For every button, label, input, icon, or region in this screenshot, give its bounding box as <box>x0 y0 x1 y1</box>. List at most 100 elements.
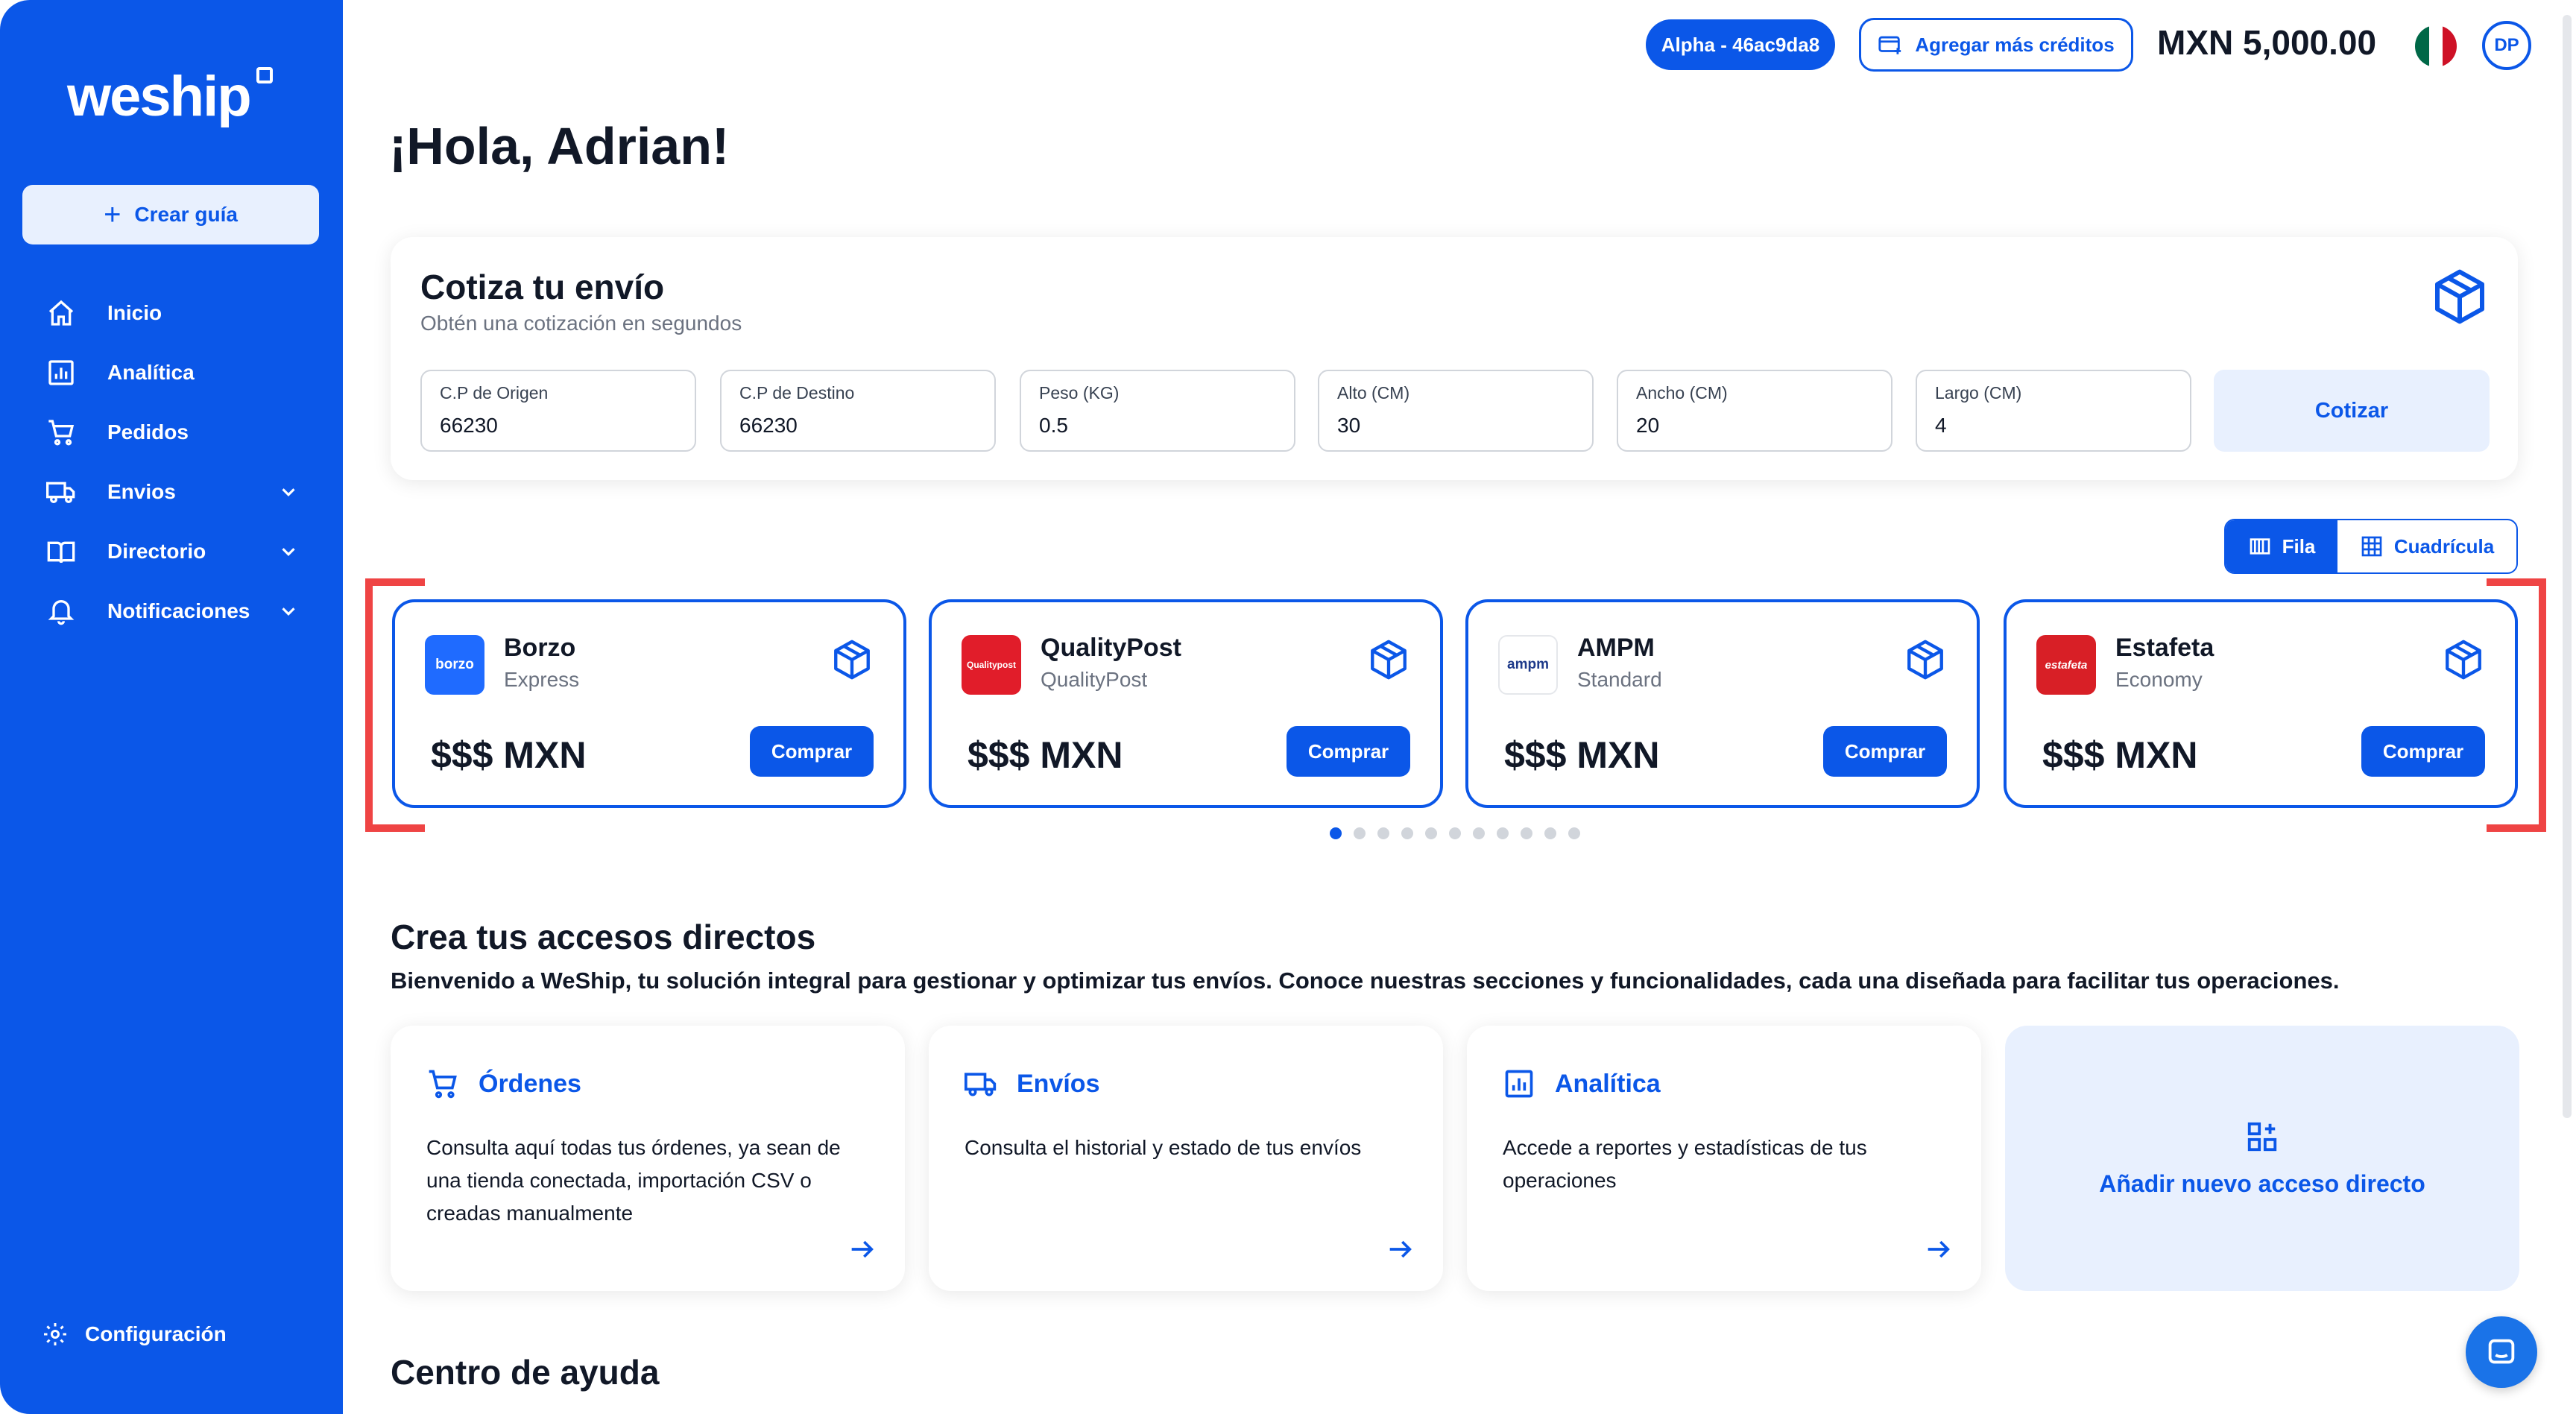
sidebar-item-inicio[interactable]: Inicio <box>46 283 300 343</box>
carousel-dot[interactable] <box>1330 827 1342 839</box>
shortcut-card-ordenes[interactable]: Órdenes Consulta aquí todas tus órdenes,… <box>391 1026 905 1291</box>
weight-field[interactable]: Peso (KG) 0.5 <box>1020 370 1295 452</box>
page-title: ¡Hola, Adrian! <box>389 117 730 175</box>
chart-icon <box>1505 1070 1533 1098</box>
carrier-service: Express <box>504 668 580 691</box>
arrow-right-icon[interactable] <box>1385 1234 1415 1264</box>
chevron-down-icon <box>282 548 295 556</box>
quote-card: Cotiza tu envío Obtén una cotización en … <box>391 237 2518 480</box>
origin-zip-field[interactable]: C.P de Origen 66230 <box>420 370 696 452</box>
brand-logo-mark-icon <box>256 67 273 83</box>
carrier-card-ampm[interactable]: ampm AMPM Standard $$$ MXN Comprar <box>1465 599 1980 808</box>
carrier-card-estafeta[interactable]: estafeta Estafeta Economy $$$ MXN Compra… <box>2004 599 2518 808</box>
carousel-dot[interactable] <box>1449 827 1461 839</box>
buy-button[interactable]: Comprar <box>2361 726 2485 777</box>
carrier-name: QualityPost <box>1041 634 1181 662</box>
buy-button[interactable]: Comprar <box>750 726 874 777</box>
shortcut-description: Consulta aquí todas tus órdenes, ya sean… <box>426 1136 841 1225</box>
sidebar-item-analitica[interactable]: Analítica <box>46 343 300 403</box>
shortcut-description: Accede a reportes y estadísticas de tus … <box>1503 1136 1867 1192</box>
page-scrollbar[interactable] <box>2563 15 2572 1118</box>
cart-icon <box>48 420 75 446</box>
carrier-name: AMPM <box>1577 634 1655 662</box>
carousel-dot[interactable] <box>1521 827 1532 839</box>
carousel-pagination <box>1330 827 1580 839</box>
sidebar-item-configuracion[interactable]: Configuración <box>42 1321 227 1348</box>
sidebar-item-notificaciones[interactable]: Notificaciones <box>46 581 300 641</box>
arrow-right-icon[interactable] <box>847 1234 877 1264</box>
sidebar-item-label: Directorio <box>107 540 206 563</box>
package-icon <box>1371 640 1407 680</box>
carousel-dot[interactable] <box>1544 827 1556 839</box>
view-grid-label: Cuadrícula <box>2393 534 2495 558</box>
chat-support-button[interactable] <box>2466 1316 2537 1388</box>
create-guide-label: Crear guía <box>134 203 238 226</box>
carousel-dot[interactable] <box>1473 827 1485 839</box>
chat-icon <box>2488 1339 2515 1364</box>
carrier-card-qualitypost[interactable]: Qualitypost QualityPost QualityPost $$$ … <box>929 599 1443 808</box>
package-icon <box>1907 640 1943 680</box>
plus-icon: + <box>104 198 121 231</box>
gear-icon <box>44 1323 66 1345</box>
create-guide-button[interactable]: + Crear guía <box>22 185 319 244</box>
sidebar-item-label: Inicio <box>107 301 162 324</box>
truck-icon <box>46 482 75 503</box>
add-shortcut-card[interactable]: Añadir nuevo acceso directo <box>2005 1026 2519 1291</box>
field-value: 66230 <box>440 414 498 437</box>
shortcut-card-envios[interactable]: Envíos Consulta el historial y estado de… <box>929 1026 1443 1291</box>
length-field[interactable]: Largo (CM) 4 <box>1916 370 2191 452</box>
brand-logo[interactable]: weship <box>67 64 252 129</box>
field-label: Peso (KG) <box>1039 383 1120 403</box>
field-label: C.P de Destino <box>739 383 855 403</box>
field-label: C.P de Origen <box>440 383 549 403</box>
carousel-dot[interactable] <box>1497 827 1509 839</box>
carrier-price: $$$ MXN <box>2042 734 2198 776</box>
shortcuts-description: Bienvenido a WeShip, tu solución integra… <box>391 968 2340 994</box>
carrier-name: Estafeta <box>2115 634 2214 662</box>
home-icon <box>48 300 74 326</box>
sidebar-item-pedidos[interactable]: Pedidos <box>46 403 300 462</box>
cart-icon <box>429 1070 457 1099</box>
sidebar-item-envios[interactable]: Envios <box>46 462 300 522</box>
add-credits-label: Agregar más créditos <box>1915 33 2115 56</box>
width-field[interactable]: Ancho (CM) 20 <box>1617 370 1892 452</box>
carrier-logo: borzo <box>425 635 484 695</box>
carousel-dot[interactable] <box>1568 827 1580 839</box>
carrier-card-borzo[interactable]: borzo Borzo Express $$$ MXN Comprar <box>392 599 906 808</box>
environment-badge: Alpha - 46ac9da8 <box>1646 19 1835 70</box>
shortcut-header: Envíos <box>965 1067 1099 1100</box>
arrow-right-icon[interactable] <box>1923 1234 1953 1264</box>
grid-icon <box>2361 536 2382 557</box>
carrier-price: $$$ MXN <box>1504 734 1660 776</box>
add-credits-button[interactable]: Agregar más créditos <box>1859 18 2133 72</box>
carrier-logo: ampm <box>1498 635 1558 695</box>
view-row-label: Fila <box>2282 534 2316 558</box>
field-value: 66230 <box>739 414 798 437</box>
sidebar-item-directorio[interactable]: Directorio <box>46 522 300 581</box>
shortcut-card-analitica[interactable]: Analítica Accede a reportes y estadístic… <box>1467 1026 1981 1291</box>
view-row-button[interactable]: Fila <box>2226 520 2337 572</box>
carousel-dot[interactable] <box>1377 827 1389 839</box>
package-icon <box>2446 640 2481 680</box>
carousel-dot[interactable] <box>1354 827 1366 839</box>
account-balance: MXN 5,000.00 <box>2157 23 2377 62</box>
mexico-flag-icon[interactable] <box>2415 25 2457 67</box>
bell-icon <box>48 600 75 625</box>
chart-icon <box>48 360 74 385</box>
quote-submit-button[interactable]: Cotizar <box>2214 370 2490 452</box>
view-grid-button[interactable]: Cuadrícula <box>2337 520 2516 572</box>
avatar[interactable]: DP <box>2482 21 2531 70</box>
buy-button[interactable]: Comprar <box>1823 726 1947 777</box>
carrier-price: $$$ MXN <box>431 734 587 776</box>
carousel-dot[interactable] <box>1425 827 1437 839</box>
config-label: Configuración <box>85 1322 227 1345</box>
carousel-dot[interactable] <box>1401 827 1413 839</box>
height-field[interactable]: Alto (CM) 30 <box>1318 370 1594 452</box>
shortcut-title: Órdenes <box>479 1069 581 1098</box>
package-icon <box>834 640 870 680</box>
carrier-price: $$$ MXN <box>967 734 1123 776</box>
carrier-logo: Qualitypost <box>962 635 1021 695</box>
buy-button[interactable]: Comprar <box>1287 726 1410 777</box>
destination-zip-field[interactable]: C.P de Destino 66230 <box>720 370 996 452</box>
chevron-down-icon <box>282 488 295 496</box>
